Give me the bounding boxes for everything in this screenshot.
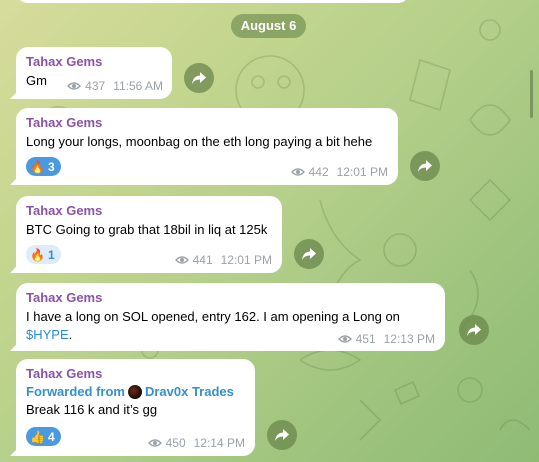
scrollbar[interactable] <box>530 70 533 118</box>
share-arrow-icon <box>192 72 206 84</box>
sender-name[interactable]: Tahax Gems <box>26 203 272 218</box>
message-bubble[interactable]: Tahax Gems I have a long on SOL opened, … <box>16 283 445 351</box>
reaction-chip[interactable]: 🔥 3 <box>26 157 61 176</box>
forwarded-label: Forwarded from <box>26 384 125 399</box>
date-separator: August 6 <box>231 14 306 38</box>
message-text: Break 116 k and it’s gg <box>26 402 158 417</box>
fire-emoji: 🔥 <box>30 159 45 174</box>
ticker-link[interactable]: $HYPE <box>26 327 69 342</box>
message-time: 12:13 PM <box>383 332 435 346</box>
eye-icon <box>174 256 189 264</box>
share-button[interactable] <box>410 151 440 181</box>
share-arrow-icon <box>467 324 481 336</box>
message-time: 11:56 AM <box>113 79 163 93</box>
message-bubble[interactable]: Tahax Gems Long your longs, moonbag on t… <box>16 108 398 185</box>
eye-icon <box>290 168 305 176</box>
thumbs-up-emoji: 👍 <box>30 429 45 444</box>
message-text-main: I have a long on SOL opened, entry 162. … <box>26 309 400 324</box>
message-meta: 442 12:01 PM <box>290 165 388 179</box>
message-text: BTC Going to grab that 18bil in liq at 1… <box>26 222 268 237</box>
forwarded-header[interactable]: Forwarded from Drav0x Trades <box>26 384 245 399</box>
view-count: 442 <box>308 165 329 179</box>
message-time: 12:01 PM <box>336 165 388 179</box>
reaction-count: 4 <box>47 429 55 444</box>
message-text: Long your longs, moonbag on the eth long… <box>26 134 373 149</box>
message-meta: 441 12:01 PM <box>174 253 272 267</box>
reaction-chip[interactable]: 👍 4 <box>26 427 61 446</box>
share-button[interactable] <box>184 63 214 93</box>
view-count: 441 <box>192 253 213 267</box>
reaction-count: 1 <box>47 247 55 262</box>
chat-history[interactable]: August 6 Tahax Gems Gm 437 11:56 AM Taha… <box>0 0 539 462</box>
message-time: 12:14 PM <box>193 436 245 450</box>
share-button[interactable] <box>459 315 489 345</box>
eye-icon <box>337 335 352 343</box>
view-count: 451 <box>355 332 376 346</box>
message-meta: 450 12:14 PM <box>147 436 245 450</box>
message-meta: 437 11:56 AM <box>67 79 163 93</box>
reaction-count: 3 <box>47 159 55 174</box>
sender-name[interactable]: Tahax Gems <box>26 115 388 130</box>
share-button[interactable] <box>294 239 324 269</box>
view-count: 437 <box>85 79 106 93</box>
message-meta: 451 12:13 PM <box>337 332 435 346</box>
share-button[interactable] <box>267 420 297 450</box>
channel-avatar <box>127 384 142 399</box>
eye-icon <box>147 439 162 447</box>
fire-emoji: 🔥 <box>30 247 45 262</box>
share-arrow-icon <box>275 429 289 441</box>
share-arrow-icon <box>418 160 432 172</box>
previous-message-bubble <box>16 0 410 3</box>
reaction-chip[interactable]: 🔥 1 <box>26 245 61 264</box>
message-bubble[interactable]: Tahax Gems Gm 437 11:56 AM <box>16 47 172 99</box>
forwarded-source[interactable]: Drav0x Trades <box>145 384 234 399</box>
view-count: 450 <box>165 436 186 450</box>
sender-name[interactable]: Tahax Gems <box>26 290 435 305</box>
eye-icon <box>67 82 82 90</box>
message-time: 12:01 PM <box>220 253 272 267</box>
message-text-end: . <box>68 327 73 342</box>
sender-name[interactable]: Tahax Gems <box>26 54 162 69</box>
share-arrow-icon <box>302 248 316 260</box>
message-bubble[interactable]: Tahax Gems Forwarded from Drav0x Trades … <box>16 359 255 456</box>
sender-name[interactable]: Tahax Gems <box>26 366 245 381</box>
message-bubble[interactable]: Tahax Gems BTC Going to grab that 18bil … <box>16 196 282 273</box>
